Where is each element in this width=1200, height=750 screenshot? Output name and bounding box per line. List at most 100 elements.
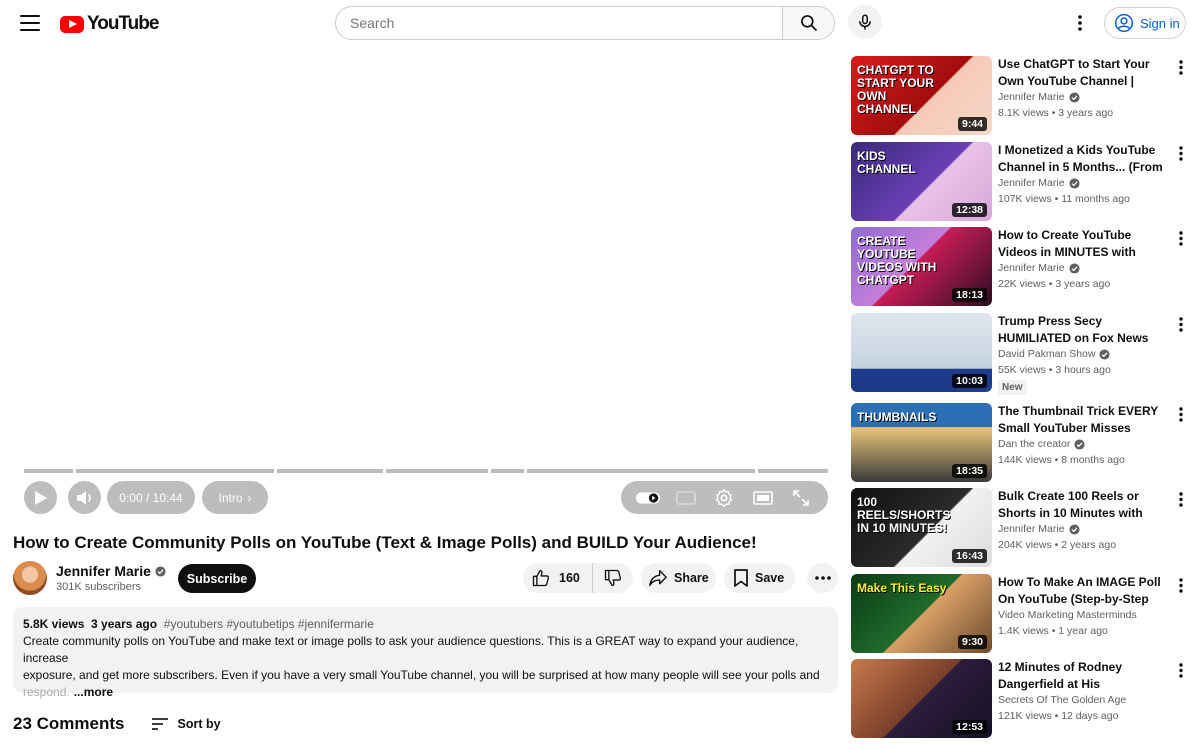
- video-channel[interactable]: Dan the creator: [998, 438, 1070, 450]
- menu-icon[interactable]: [18, 12, 42, 34]
- save-button[interactable]: Save: [724, 563, 795, 593]
- video-title[interactable]: Use ChatGPT to Start Your Own YouTube Ch…: [998, 56, 1168, 90]
- video-thumbnail[interactable]: 100 REELS/SHORTS IN 10 MINUTES! 16:43: [851, 488, 992, 567]
- video-channel-row: Jennifer Marie: [998, 177, 1168, 189]
- show-more-link[interactable]: ...more: [74, 685, 113, 699]
- upload-age: 3 years ago: [91, 617, 158, 631]
- chapter-label: Intro: [218, 490, 243, 505]
- chapter-segment[interactable]: [76, 469, 274, 473]
- subscribe-button[interactable]: Subscribe: [178, 564, 256, 593]
- settings-button[interactable]: [711, 487, 737, 509]
- video-thumbnail[interactable]: 12:53: [851, 659, 992, 738]
- search-input[interactable]: [335, 6, 782, 40]
- like-button[interactable]: 160: [523, 563, 593, 593]
- video-channel[interactable]: Jennifer Marie: [998, 177, 1065, 189]
- chapter-segment[interactable]: [386, 469, 488, 473]
- more-vertical-icon: [1179, 491, 1183, 507]
- video-channel[interactable]: Jennifer Marie: [998, 262, 1065, 274]
- recommended-video[interactable]: CREATE YOUTUBE VIDEOS WITH CHATGPT 18:13 H…: [851, 227, 1191, 306]
- video-duration: 18:13: [952, 288, 987, 302]
- video-menu-button[interactable]: [1174, 490, 1188, 508]
- recommended-video[interactable]: 12:53 12 Minutes of Rodney Dangerfield at…: [851, 659, 1191, 738]
- video-duration: 16:43: [952, 549, 987, 563]
- video-thumbnail[interactable]: THUMBNAILS 18:35: [851, 403, 992, 482]
- sort-by-button[interactable]: Sort by: [151, 717, 221, 731]
- video-channel[interactable]: Jennifer Marie: [998, 91, 1065, 103]
- autoplay-toggle[interactable]: [635, 487, 661, 509]
- chapter-segment[interactable]: [24, 469, 73, 473]
- mute-button[interactable]: [68, 481, 101, 514]
- microphone-icon: [859, 14, 871, 30]
- video-duration: 18:35: [952, 464, 987, 478]
- share-button[interactable]: Share: [641, 563, 716, 593]
- thumbs-down-icon: [604, 569, 622, 587]
- video-title[interactable]: I Monetized a Kids YouTube Channel in 5 …: [998, 142, 1168, 176]
- progress-bar[interactable]: [24, 469, 828, 473]
- video-channel[interactable]: Video Marketing Masterminds: [998, 609, 1137, 621]
- chapter-segment[interactable]: [527, 469, 755, 473]
- video-channel[interactable]: David Pakman Show: [998, 348, 1095, 360]
- thumbnail-text: CHATGPT TO START YOUR OWN CHANNEL: [857, 63, 934, 116]
- fullscreen-button[interactable]: [788, 487, 814, 509]
- more-actions-button[interactable]: [807, 563, 838, 593]
- video-thumbnail[interactable]: CREATE YOUTUBE VIDEOS WITH CHATGPT 18:13: [851, 227, 992, 306]
- top-bar: YouTube Sign in: [0, 0, 1200, 46]
- video-menu-button[interactable]: [1174, 144, 1188, 162]
- settings-menu-button[interactable]: [1070, 11, 1090, 35]
- dislike-button[interactable]: [593, 568, 633, 588]
- miniplayer-button[interactable]: [750, 487, 776, 509]
- video-meta: 55K views • 3 hours ago: [998, 364, 1111, 376]
- video-channel[interactable]: Secrets Of The Golden Age: [998, 694, 1126, 706]
- subtitles-button[interactable]: [673, 487, 699, 509]
- video-menu-button[interactable]: [1174, 576, 1188, 594]
- video-title[interactable]: The Thumbnail Trick EVERY Small YouTuber…: [998, 403, 1168, 437]
- video-menu-button[interactable]: [1174, 315, 1188, 333]
- video-thumbnail[interactable]: KIDS CHANNEL 12:38: [851, 142, 992, 221]
- video-title[interactable]: How to Create YouTube Videos in MINUTES …: [998, 227, 1168, 261]
- recommended-video[interactable]: THUMBNAILS 18:35 The Thumbnail Trick EVERY…: [851, 403, 1191, 482]
- channel-name[interactable]: Jennifer Marie: [56, 563, 151, 579]
- search-button[interactable]: [782, 6, 835, 40]
- voice-search-button[interactable]: [848, 5, 882, 39]
- more-vertical-icon: [1179, 577, 1183, 593]
- video-player[interactable]: 0:00 / 10:44 Intro ›: [13, 52, 838, 520]
- video-menu-button[interactable]: [1174, 229, 1188, 247]
- description-line: exposure, and get more subscribers. Even…: [23, 668, 820, 682]
- video-title[interactable]: Bulk Create 100 Reels or Shorts in 10 Mi…: [998, 488, 1168, 522]
- chapter-segment[interactable]: [758, 469, 828, 473]
- recommended-video[interactable]: KIDS CHANNEL 12:38 I Monetized a Kids YouT…: [851, 142, 1191, 221]
- recommended-video[interactable]: Make This Easy 9:30 How To Make An IMAGE P…: [851, 574, 1191, 653]
- recommended-video[interactable]: 10:03 Trump Press Secy HUMILIATED on Fox …: [851, 313, 1191, 395]
- chapter-segment[interactable]: [491, 469, 524, 473]
- thumbnail-text: Make This Easy: [857, 581, 947, 595]
- video-title[interactable]: How To Make An IMAGE Poll On YouTube (St…: [998, 574, 1168, 608]
- video-meta: 121K views • 12 days ago: [998, 710, 1119, 722]
- sign-in-button[interactable]: Sign in: [1104, 7, 1186, 39]
- video-menu-button[interactable]: [1174, 405, 1188, 423]
- video-thumbnail[interactable]: 10:03: [851, 313, 992, 392]
- chapter-segment[interactable]: [277, 469, 383, 473]
- recommended-video[interactable]: 100 REELS/SHORTS IN 10 MINUTES! 16:43 Bulk…: [851, 488, 1191, 567]
- channel-avatar[interactable]: [13, 561, 47, 595]
- video-title[interactable]: Trump Press Secy HUMILIATED on Fox News: [998, 313, 1168, 347]
- video-thumbnail[interactable]: Make This Easy 9:30: [851, 574, 992, 653]
- recommended-video[interactable]: CHATGPT TO START YOUR OWN CHANNEL 9:44 Use…: [851, 56, 1191, 135]
- chapter-button[interactable]: Intro ›: [202, 481, 268, 514]
- video-title[interactable]: 12 Minutes of Rodney Dangerfield at His …: [998, 659, 1168, 693]
- youtube-logo[interactable]: YouTube: [60, 13, 159, 35]
- video-thumbnail[interactable]: CHATGPT TO START YOUR OWN CHANNEL 9:44: [851, 56, 992, 135]
- video-menu-button[interactable]: [1174, 661, 1188, 679]
- video-menu-button[interactable]: [1174, 58, 1188, 76]
- more-vertical-icon: [1179, 59, 1183, 75]
- hashtags[interactable]: #youtubers #youtubetips #jennifermarie: [164, 617, 374, 631]
- video-info: The Thumbnail Trick EVERY Small YouTuber…: [998, 403, 1168, 482]
- video-channel[interactable]: Jennifer Marie: [998, 523, 1065, 535]
- more-horizontal-icon: [814, 576, 831, 580]
- description-line-last: respond. ...more: [23, 684, 828, 701]
- like-count: 160: [559, 571, 580, 585]
- owner-info: Jennifer Marie 301K subscribers: [56, 563, 166, 593]
- play-button[interactable]: [24, 481, 57, 514]
- search-icon: [800, 15, 817, 32]
- video-channel-row: Secrets Of The Golden Age: [998, 694, 1168, 706]
- description-box[interactable]: 5.8K views 3 years ago #youtubers #youtu…: [13, 607, 838, 699]
